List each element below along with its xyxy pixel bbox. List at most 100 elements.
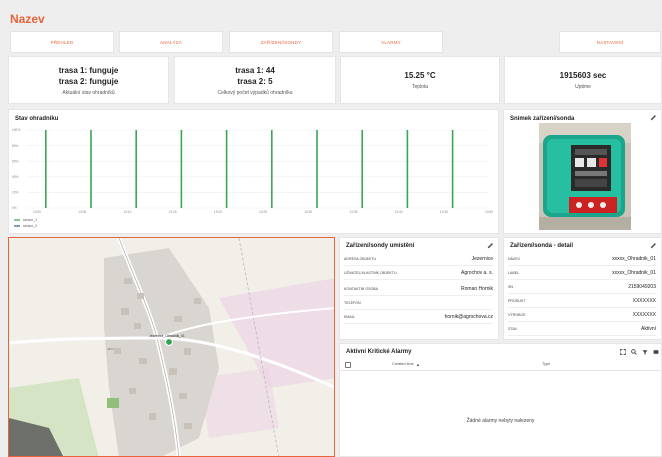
- stat-card-outages: trasa 1: 44 trasa 2: 5 Celkový počet výp…: [174, 56, 336, 104]
- chart-y-tick-label: 100%: [12, 128, 20, 132]
- select-all-checkbox[interactable]: [345, 362, 351, 368]
- chart-x-tick-label: 13:05: [78, 210, 86, 214]
- edit-icon[interactable]: [650, 242, 657, 249]
- chart-x-tick-label: 13:35: [349, 210, 357, 214]
- marker-label: Jezernice_Ohradnik_01: [149, 334, 185, 338]
- row-key: Produkt: [508, 298, 526, 303]
- road-label: 4377: [107, 347, 114, 351]
- stat-card-temperature: 15.25 °C Teplota: [340, 56, 500, 104]
- detail-row-state: Stav Aktivní: [508, 322, 656, 336]
- alarms-card: Aktivní Kritické Alarmy Created time ▲ T…: [339, 343, 662, 457]
- detail-card-title: Zařízení/sonda - detail: [510, 243, 574, 249]
- row-key: Výrobce: [508, 312, 526, 317]
- chart-bar: [180, 130, 183, 208]
- stat-card-fence-status: trasa 1: funguje trasa 2: funguje Aktuál…: [8, 56, 169, 104]
- detail-row-label: Label xxxxx_Ohradnik_01: [508, 266, 656, 280]
- stat-caption: Uptime: [575, 84, 591, 90]
- detail-card: Zařízení/sonda - detail Název xxxxx_Ohra…: [503, 237, 662, 340]
- chart-bar: [45, 130, 47, 208]
- search-icon[interactable]: [631, 349, 637, 355]
- chart-x-tick-label: 13:25: [259, 210, 267, 214]
- filter-icon[interactable]: [642, 349, 648, 355]
- row-key: Kontaktní osoba: [344, 286, 379, 291]
- edit-icon[interactable]: [650, 114, 657, 121]
- nav-button-nastaveni[interactable]: Nastavení: [559, 31, 661, 53]
- edit-icon[interactable]: [487, 242, 494, 249]
- detail-row-sn: SN 2159049203: [508, 280, 656, 294]
- row-key: SN: [508, 284, 513, 289]
- row-key: Email: [344, 314, 355, 319]
- chart-y-tick-label: 80%: [12, 144, 19, 148]
- row-value: 2159049203: [628, 283, 656, 290]
- row-key: Stav: [508, 326, 517, 331]
- column-header-created-time[interactable]: Created time: [392, 362, 414, 366]
- stat-value-line: trasa 2: 5: [237, 76, 273, 86]
- chart-y-tick-label: 20%: [12, 191, 19, 195]
- chart-bar: [271, 130, 273, 208]
- chart-bar: [451, 130, 454, 208]
- row-key: Název: [508, 256, 520, 261]
- stat-caption: Teplota: [411, 84, 429, 90]
- row-value: Agrochov a. s.: [461, 269, 493, 276]
- stat-caption: Aktuální stav ohradníků: [62, 89, 115, 96]
- chart-bar: [361, 130, 363, 208]
- photo-card: Snímek zařízení/sonda: [503, 109, 662, 234]
- row-key: Telefon: [344, 300, 361, 305]
- stat-value-line: trasa 1: 44: [235, 65, 275, 75]
- legend-label: sensor_2: [23, 224, 37, 228]
- row-value: XXXXXXX: [632, 297, 656, 304]
- location-row-address: Adresa objektu Jezernice: [344, 252, 493, 266]
- row-value: Roman Hornik: [461, 285, 493, 292]
- row-value: xxxxx_Ohradnik_01: [612, 269, 656, 276]
- alarms-empty-message: Žádné alarmy nebyly nalezeny: [466, 418, 535, 424]
- chart-y-tick-label: 0%: [12, 206, 17, 210]
- nav-button-analyza[interactable]: Analýza: [119, 31, 223, 53]
- alarms-table-header: Created time ▲ Type: [340, 360, 661, 371]
- location-row-email: Email hornik@agrochova.cz: [344, 310, 493, 324]
- chart-bar: [316, 130, 318, 208]
- chart-x-tick-label: 13:30: [304, 210, 312, 214]
- chart-x-tick-label: 13:40: [395, 210, 403, 214]
- chart-x-tick-label: 13:45: [440, 210, 448, 214]
- chart-x-tick-label: 13:50: [485, 210, 493, 214]
- stat-caption: Celkový počet výpadků ohradníku: [217, 89, 293, 96]
- row-key: Adresa objektu: [344, 256, 377, 261]
- detail-row-product: Produkt XXXXXXX: [508, 294, 656, 308]
- page-title: Nazev: [10, 12, 45, 26]
- chart-bar: [90, 130, 92, 208]
- sort-arrow-icon[interactable]: ▲: [416, 362, 420, 367]
- chart-card-fence-status: Stav ohradníku 100% 80% 60% 40% 20% 0% 13:00 13…: [8, 109, 499, 234]
- row-value: hornik@agrochova.cz: [444, 313, 493, 320]
- stat-value-line: 1915603 sec: [559, 71, 607, 80]
- stat-value-line: 15.25 °C: [404, 71, 436, 80]
- nav-button-alarmy[interactable]: Alarmy: [339, 31, 443, 53]
- fullscreen-icon[interactable]: [653, 349, 659, 355]
- top-bar: Nazev: [0, 0, 662, 30]
- chart-x-tick-label: 13:20: [214, 210, 222, 214]
- expand-icon[interactable]: [620, 349, 626, 355]
- chart-bar: [225, 130, 228, 208]
- nav-button-prehled[interactable]: Přehled: [10, 31, 114, 53]
- photo-card-title: Snímek zařízení/sonda: [510, 116, 575, 122]
- map-canvas[interactable]: Jezernice_Ohradnik_01 4377: [9, 238, 335, 457]
- map-view[interactable]: Jezernice_Ohradnik_01 4377: [8, 237, 335, 457]
- row-value: xxxxx_Ohradnik_01: [612, 255, 656, 262]
- row-value: Jezernice: [471, 255, 493, 262]
- column-header-type[interactable]: Type: [542, 362, 550, 366]
- location-row-contact: Kontaktní osoba Roman Hornik: [344, 282, 493, 296]
- nav-button-zarizeni[interactable]: Zařízení/sondy: [229, 31, 333, 53]
- device-marker-icon: [164, 337, 174, 347]
- location-card-title: Zařízení/sondy umístění: [346, 243, 415, 249]
- chart-bar: [135, 130, 137, 208]
- chart-x-tick-label: 13:15: [169, 210, 177, 214]
- device-photo: [539, 123, 631, 230]
- row-key: Label: [508, 270, 520, 275]
- detail-row-name: Název xxxxx_Ohradnik_01: [508, 252, 656, 266]
- chart-bar: [406, 130, 409, 208]
- stat-card-uptime: 1915603 sec Uptime: [504, 56, 662, 104]
- location-row-owner: Uživatel/vlastník objektu Agrochov a. s.: [344, 266, 493, 280]
- fence-status-chart: 100% 80% 60% 40% 20% 0% 13:00 13:05 13:10 13:15 13…: [12, 128, 493, 228]
- chart-y-tick-label: 40%: [12, 175, 19, 179]
- location-row-phone: Telefon: [344, 296, 493, 310]
- legend-label: sensor_1: [23, 218, 37, 222]
